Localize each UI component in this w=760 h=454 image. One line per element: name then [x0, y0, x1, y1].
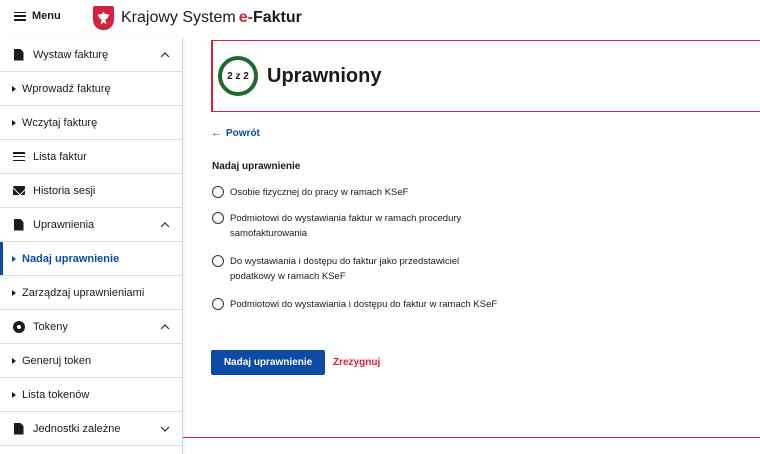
document-icon: [12, 48, 25, 61]
sidebar-item-wprowadz-fakture[interactable]: Wprowadź fakturę: [0, 72, 182, 106]
sidebar-item-label: Lista tokenów: [22, 388, 90, 401]
sidebar-item-generuj-token[interactable]: Generuj token: [0, 344, 182, 378]
chevron-up-icon: [160, 51, 170, 61]
sidebar-item-label: Tokeny: [33, 320, 68, 333]
sidebar-item-label: Wystaw fakturę: [33, 48, 109, 61]
radio-button[interactable]: [212, 298, 224, 310]
page-title: Uprawniony: [267, 64, 382, 87]
sidebar-item-label: Wprowadź fakturę: [22, 82, 111, 95]
caret-right-icon: [12, 255, 16, 262]
radio-option-osoba-fizyczna[interactable]: Osobie fizycznej do pracy w ramach KSeF: [212, 185, 505, 200]
sidebar-item-wystaw-fakture[interactable]: Wystaw fakturę: [0, 38, 182, 72]
sidebar-item-nadaj-uprawnienie[interactable]: Nadaj uprawnienie: [0, 242, 182, 276]
caret-right-icon: [12, 391, 16, 398]
caret-right-icon: [12, 289, 16, 296]
token-icon: [12, 320, 25, 333]
sidebar-item-historia-sesji[interactable]: Historia sesji: [0, 174, 182, 208]
document-icon: [12, 422, 25, 435]
sidebar-item-label: Uprawnienia: [33, 218, 95, 231]
menu-button[interactable]: Menu: [14, 10, 61, 22]
menu-label: Menu: [32, 10, 61, 22]
document-icon: [12, 218, 25, 231]
radio-option-przedstawiciel-podatkowy[interactable]: Do wystawiania i dostępu do faktur jako …: [212, 254, 505, 284]
sidebar-item-label: Zarządzaj uprawnieniami: [22, 286, 145, 299]
cancel-link[interactable]: Zrezygnuj: [333, 357, 380, 368]
sidebar-item-label: Wczytaj fakturę: [22, 116, 98, 129]
radio-button[interactable]: [212, 212, 224, 224]
sidebar-item-lista-tokenow[interactable]: Lista tokenów: [0, 378, 182, 412]
footer-divider: [183, 437, 760, 438]
radio-button[interactable]: [212, 186, 224, 198]
sidebar-item-uprawnienia[interactable]: Uprawnienia: [0, 208, 182, 242]
radio-button[interactable]: [212, 255, 224, 267]
submit-button[interactable]: Nadaj uprawnienie: [211, 350, 325, 375]
brand-name: Krajowy System e-Faktur: [121, 9, 302, 26]
chevron-up-icon: [160, 221, 170, 231]
back-link-label: Powrót: [226, 128, 260, 139]
caret-right-icon: [12, 357, 16, 364]
sidebar-item-lista-faktur[interactable]: Lista faktur: [0, 140, 182, 174]
top-bar: Menu Krajowy System e-Faktur: [0, 0, 760, 38]
eagle-emblem-icon: [93, 6, 114, 30]
radio-option-samofakturowanie[interactable]: Podmiotowi do wystawiania faktur w ramac…: [212, 211, 505, 241]
radio-option-wystawianie-dostep[interactable]: Podmiotowi do wystawiania i dostępu do f…: [212, 297, 505, 312]
mail-icon: [12, 184, 25, 197]
radio-label: Podmiotowi do wystawiania faktur w ramac…: [230, 213, 462, 239]
step-indicator: 2 z 2: [218, 56, 258, 96]
form-legend: Nadaj uprawnienie: [212, 161, 301, 172]
sidebar: Wystaw fakturę Wprowadź fakturę Wczytaj …: [0, 38, 183, 454]
sidebar-item-label: Lista faktur: [33, 150, 87, 163]
chevron-down-icon: [160, 422, 170, 432]
sidebar-item-label: Jednostki zależne: [33, 422, 121, 435]
radio-label: Do wystawiania i dostępu do faktur jako …: [230, 256, 460, 282]
radio-label: Osobie fizycznej do pracy w ramach KSeF: [230, 187, 409, 198]
sidebar-item-wczytaj-fakture[interactable]: Wczytaj fakturę: [0, 106, 182, 140]
back-link[interactable]: ← Powrót: [211, 127, 260, 140]
sidebar-item-tokeny[interactable]: Tokeny: [0, 310, 182, 344]
sidebar-item-label: Historia sesji: [33, 184, 96, 197]
radio-label: Podmiotowi do wystawiania i dostępu do f…: [230, 299, 498, 310]
arrow-left-icon: ←: [211, 127, 222, 139]
app-logo[interactable]: Krajowy System e-Faktur: [93, 6, 302, 30]
caret-right-icon: [12, 119, 16, 126]
chevron-up-icon: [160, 323, 170, 333]
hamburger-icon: [14, 11, 26, 21]
list-icon: [12, 150, 25, 163]
sidebar-item-label: Nadaj uprawnienie: [22, 252, 120, 265]
sidebar-item-label: Generuj token: [22, 354, 92, 367]
page-header-card: 2 z 2 Uprawniony: [211, 40, 760, 112]
sidebar-item-jednostki-zalezne[interactable]: Jednostki zależne: [0, 412, 182, 446]
sidebar-item-zarzadzaj-uprawnieniami[interactable]: Zarządzaj uprawnieniami: [0, 276, 182, 310]
caret-right-icon: [12, 85, 16, 92]
